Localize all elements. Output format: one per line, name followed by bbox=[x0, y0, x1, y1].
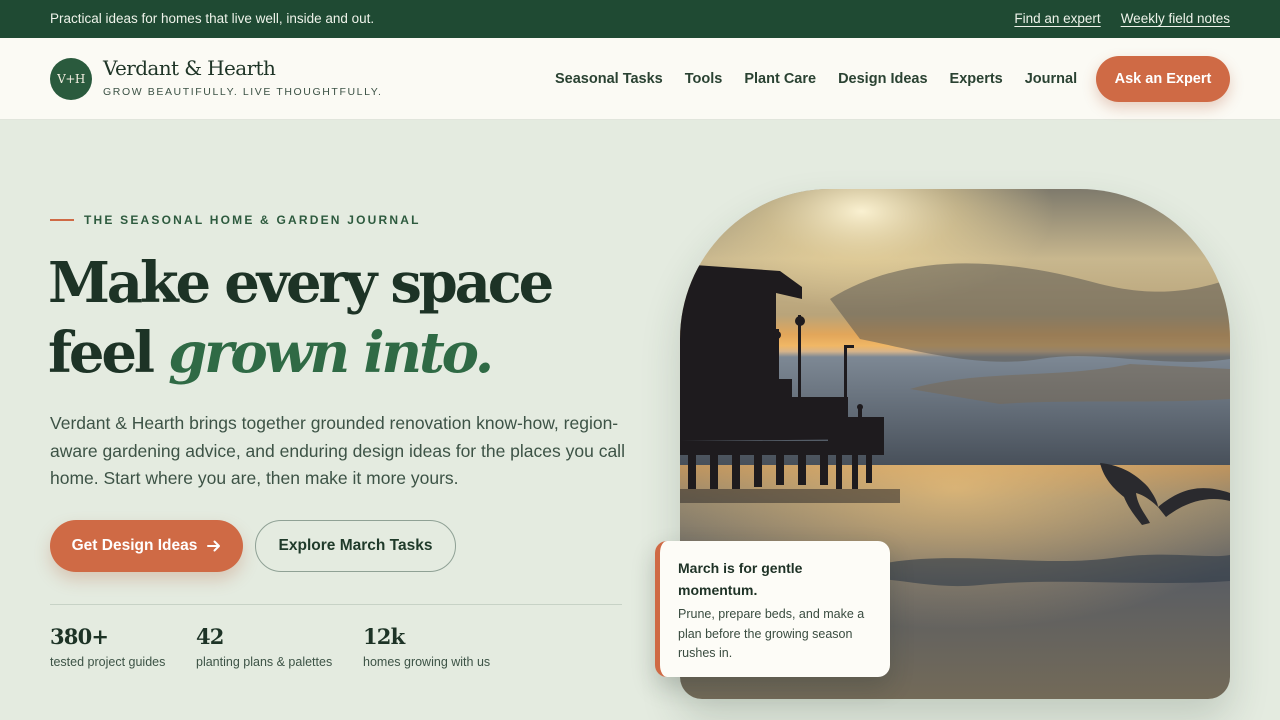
stat-value: 42 bbox=[196, 624, 224, 649]
headline-line-1: Make every space bbox=[48, 250, 554, 316]
stat-plans: 42 planting plans & palettes bbox=[196, 624, 332, 669]
logo-mark[interactable]: V+H bbox=[50, 58, 92, 100]
explore-march-tasks-button[interactable]: Explore March Tasks bbox=[255, 520, 456, 572]
headline-line-2: feel bbox=[48, 320, 169, 386]
stat-homes: 12k homes growing with us bbox=[363, 624, 490, 669]
site-header: V+H Verdant & Hearth GROW BEAUTIFULLY. L… bbox=[0, 38, 1280, 120]
utility-links: Find an expert Weekly field notes bbox=[1014, 11, 1230, 26]
note-title: March is for gentle momentum. bbox=[678, 560, 803, 598]
stat-label: planting plans & palettes bbox=[196, 655, 333, 669]
nav-plant-care[interactable]: Plant Care bbox=[744, 71, 816, 87]
ask-expert-button[interactable]: Ask an Expert bbox=[1096, 56, 1230, 102]
nav-design-ideas[interactable]: Design Ideas bbox=[838, 71, 927, 87]
stat-guides: 380+ tested project guides bbox=[50, 624, 165, 669]
hero-eyebrow: THE SEASONAL HOME & GARDEN JOURNAL bbox=[50, 213, 421, 227]
note-body: Prune, prepare beds, and make a plan bef… bbox=[678, 607, 865, 660]
announcement-text: Practical ideas for homes that live well… bbox=[50, 11, 375, 26]
brand-tagline: GROW BEAUTIFULLY. LIVE THOUGHTFULLY. bbox=[103, 86, 383, 98]
get-design-ideas-label: Get Design Ideas bbox=[71, 537, 198, 554]
eyebrow-rule bbox=[50, 219, 74, 221]
nav-experts[interactable]: Experts bbox=[950, 71, 1003, 87]
eyebrow-text: THE SEASONAL HOME & GARDEN JOURNAL bbox=[84, 213, 421, 227]
seasonal-note-card: March is for gentle momentum. Prune, pre… bbox=[655, 541, 890, 677]
headline-emphasis: grown into. bbox=[168, 320, 494, 386]
find-expert-link[interactable]: Find an expert bbox=[1014, 11, 1100, 26]
nav-journal[interactable]: Journal bbox=[1025, 71, 1077, 87]
hero-lede: Verdant & Hearth brings together grounde… bbox=[50, 413, 625, 488]
hero-headline: Make every space feel grown into. bbox=[48, 248, 554, 388]
get-design-ideas-button[interactable]: Get Design Ideas bbox=[50, 520, 243, 572]
stat-label: homes growing with us bbox=[363, 655, 491, 669]
announcement-bar: Practical ideas for homes that live well… bbox=[0, 0, 1280, 38]
nav-tools[interactable]: Tools bbox=[685, 71, 723, 87]
arrow-right-icon bbox=[207, 540, 221, 552]
stats-divider bbox=[50, 604, 622, 605]
weekly-field-notes-link[interactable]: Weekly field notes bbox=[1121, 11, 1230, 26]
stat-value: 12k bbox=[363, 624, 405, 649]
stat-label: tested project guides bbox=[50, 655, 166, 669]
nav-seasonal-tasks[interactable]: Seasonal Tasks bbox=[555, 71, 663, 87]
stat-value: 380+ bbox=[50, 624, 109, 649]
brand-name[interactable]: Verdant & Hearth bbox=[103, 56, 276, 80]
main-nav: Seasonal Tasks Tools Plant Care Design I… bbox=[555, 71, 1077, 87]
